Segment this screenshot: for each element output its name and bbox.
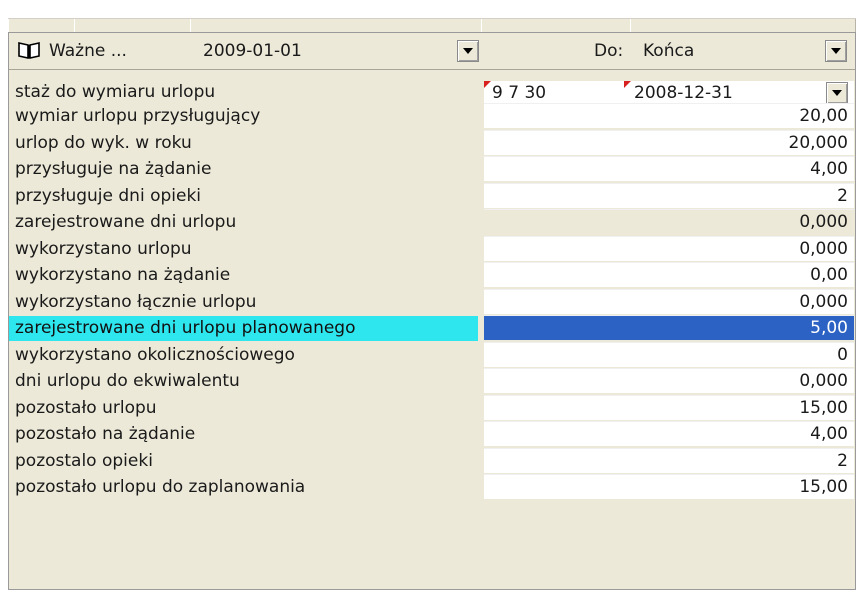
- table-row[interactable]: pozostało na żądanie 4,00: [9, 420, 855, 447]
- table-row[interactable]: pozostalo opieki 2: [9, 447, 855, 474]
- row-label: wykorzystano łącznie urlopu: [15, 291, 257, 312]
- row-label: pozostalo opieki: [15, 450, 153, 471]
- row-value[interactable]: 0,000: [484, 288, 854, 314]
- row-value[interactable]: 15,00: [484, 394, 854, 420]
- column-header-strip: [8, 18, 856, 33]
- row-label: urlop do wyk. w roku: [15, 132, 192, 153]
- leave-panel: Ważne ... 2009-01-01 Do: Końca staż do w…: [8, 32, 856, 590]
- row-label: przysługuje dni opieki: [15, 185, 202, 206]
- table-row[interactable]: wykorzystano urlopu 0,000: [9, 235, 855, 262]
- row-value[interactable]: 20,000: [484, 129, 854, 155]
- column-header-segment[interactable]: [190, 19, 482, 33]
- row-value[interactable]: 0: [484, 341, 854, 367]
- row-value[interactable]: 5,00: [484, 315, 854, 340]
- column-header-segment[interactable]: [74, 19, 191, 33]
- row-value[interactable]: 2: [484, 447, 854, 473]
- to-label: Do:: [594, 41, 624, 61]
- to-dropdown-button[interactable]: [825, 40, 847, 62]
- row-value[interactable]: 15,00: [484, 474, 854, 499]
- row-label: zarejestrowane dni urlopu: [15, 212, 237, 232]
- table-row[interactable]: wykorzystano okolicznościowego 0: [9, 341, 855, 368]
- row-value[interactable]: 4,00: [484, 156, 854, 181]
- panel-header: Ważne ... 2009-01-01 Do: Końca: [9, 33, 855, 70]
- table-row[interactable]: przysługuje na żądanie 4,00: [9, 155, 855, 182]
- valid-from-label: Ważne ...: [49, 41, 127, 61]
- row-value[interactable]: 4,00: [484, 421, 854, 446]
- leave-table: staż do wymiaru urlopu 9 7 30 2008-12-31…: [9, 80, 855, 500]
- column-header-segment[interactable]: [481, 19, 631, 33]
- to-value-select[interactable]: Końca: [643, 41, 694, 61]
- row-value[interactable]: 0,00: [484, 262, 854, 287]
- table-row[interactable]: pozostało urlopu do zaplanowania 15,00: [9, 473, 855, 500]
- column-header-segment[interactable]: [8, 19, 75, 33]
- table-row[interactable]: wymiar urlopu przysługujący 20,00: [9, 102, 855, 129]
- row-label: przysługuje na żądanie: [15, 159, 212, 179]
- valid-date-dropdown-button[interactable]: [457, 40, 479, 62]
- valid-date-select[interactable]: 2009-01-01: [189, 39, 481, 63]
- comment-marker-icon: [624, 81, 631, 88]
- row-label: pozostało urlopu: [15, 397, 157, 418]
- row-value[interactable]: 0,000: [484, 209, 854, 234]
- table-row[interactable]: zarejestrowane dni urlopu 0,000: [9, 208, 855, 235]
- row-label: zarejestrowane dni urlopu planowanego: [9, 316, 478, 341]
- row-label: wykorzystano okolicznościowego: [15, 344, 295, 365]
- table-row[interactable]: staż do wymiaru urlopu 9 7 30 2008-12-31: [9, 80, 855, 106]
- row-label: wykorzystano na żądanie: [15, 265, 231, 285]
- book-icon[interactable]: [17, 40, 41, 60]
- row-value[interactable]: 0,000: [484, 235, 854, 261]
- row-value[interactable]: 0,000: [484, 368, 854, 393]
- seniority-date-dropdown-button[interactable]: [826, 82, 848, 104]
- row-label: pozostało urlopu do zaplanowania: [15, 477, 306, 497]
- row-value[interactable]: 20,00: [484, 103, 854, 128]
- table-row-selected[interactable]: zarejestrowane dni urlopu planowanego 5,0…: [9, 314, 855, 341]
- row-label: wykorzystano urlopu: [15, 238, 192, 259]
- table-row[interactable]: dni urlopu do ekwiwalentu 0,000: [9, 367, 855, 394]
- table-row[interactable]: urlop do wyk. w roku 20,000: [9, 129, 855, 156]
- row-value[interactable]: 2: [484, 182, 854, 208]
- table-row[interactable]: wykorzystano łącznie urlopu 0,000: [9, 288, 855, 315]
- row-label: pozostało na żądanie: [15, 424, 196, 444]
- row-label: wymiar urlopu przysługujący: [15, 106, 261, 126]
- table-row[interactable]: pozostało urlopu 15,00: [9, 394, 855, 421]
- row-label: dni urlopu do ekwiwalentu: [15, 371, 240, 391]
- column-header-segment[interactable]: [630, 19, 856, 33]
- table-row[interactable]: przysługuje dni opieki 2: [9, 182, 855, 209]
- valid-date-value: 2009-01-01: [203, 41, 302, 61]
- comment-marker-icon: [484, 81, 491, 88]
- table-row[interactable]: wykorzystano na żądanie 0,00: [9, 261, 855, 288]
